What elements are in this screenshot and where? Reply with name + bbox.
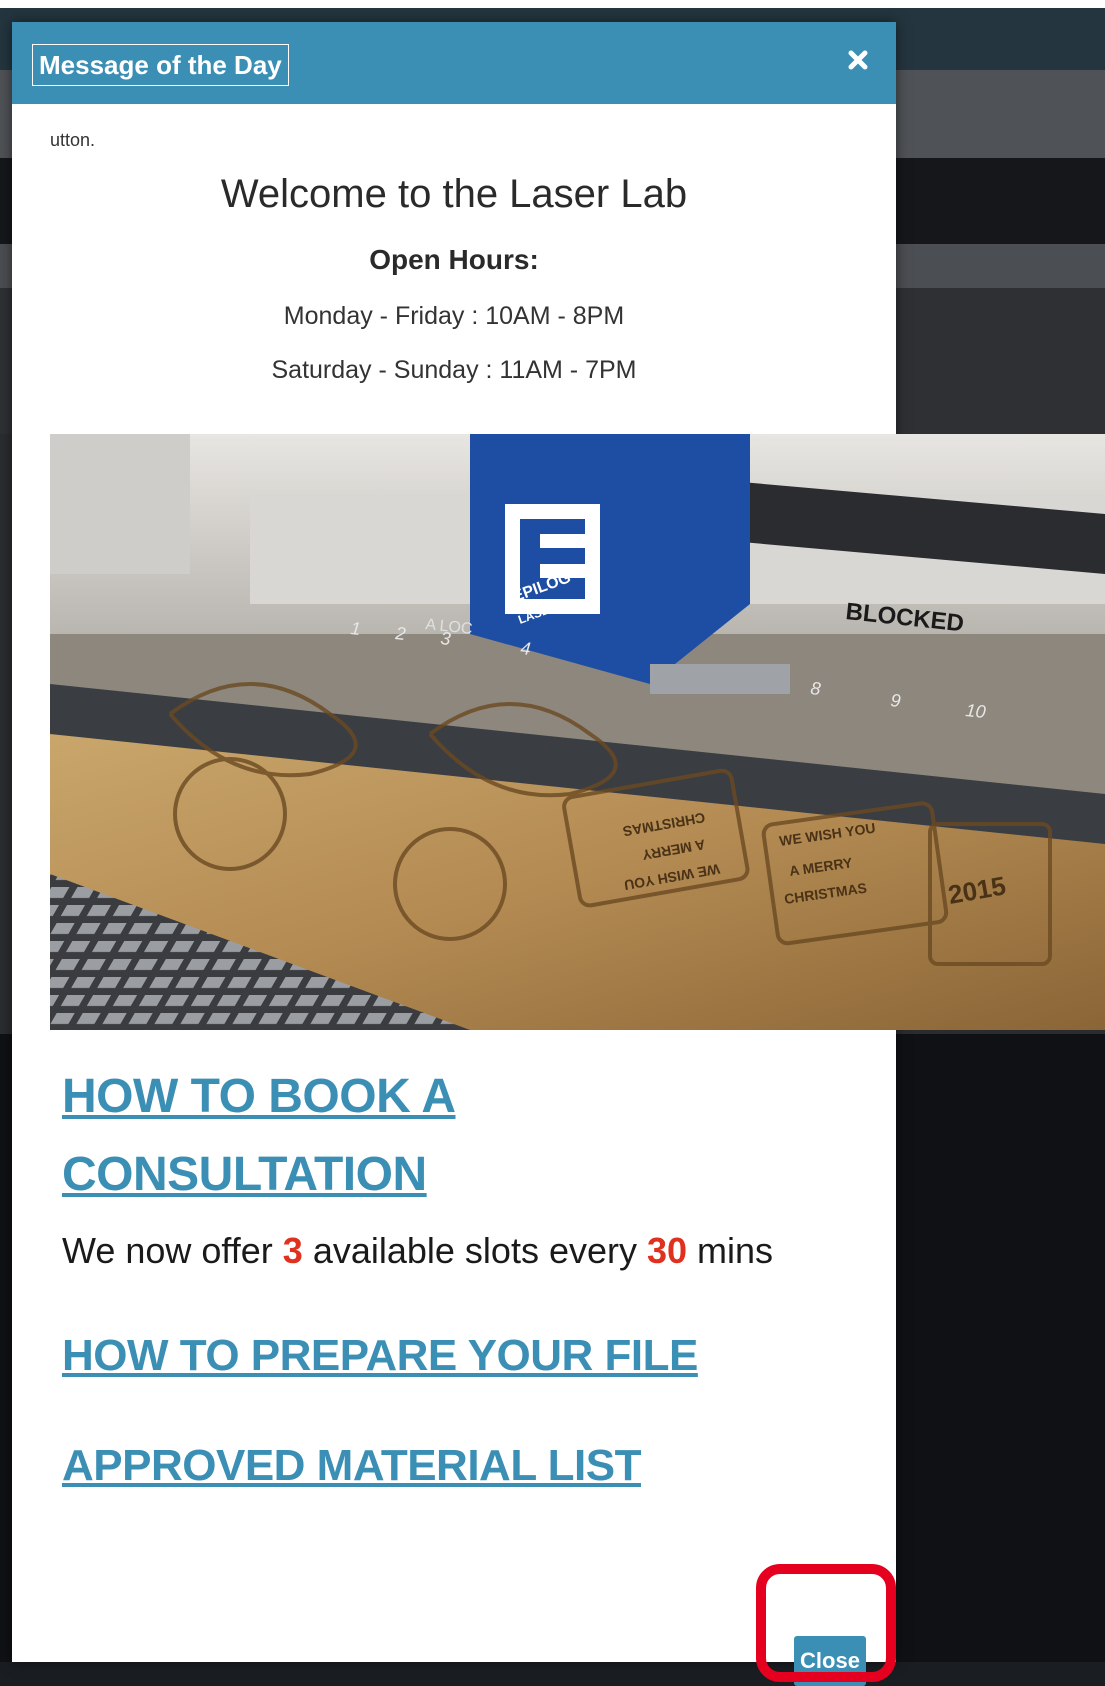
slots-count: 3 xyxy=(282,1230,303,1271)
welcome-heading: Welcome to the Laser Lab xyxy=(220,172,688,216)
how-to-book-consultation-link[interactable]: HOW TO BOOK A CONSULTATION xyxy=(62,1058,682,1214)
ruler-number: 1 xyxy=(350,618,362,639)
laser-engraver-photo: BLOCKED EPILOG LASER A LOC 1 2 3 4 8 9 1… xyxy=(50,434,1105,1030)
slots-minutes: 30 xyxy=(646,1230,688,1271)
ruler-number: 9 xyxy=(890,690,902,711)
photo-illustration: BLOCKED EPILOG LASER A LOC 1 2 3 4 8 9 1… xyxy=(50,434,1105,1030)
slots-middle: available slots every xyxy=(302,1230,647,1271)
ruler-number: 2 xyxy=(394,623,407,644)
ruler-number: 4 xyxy=(520,638,532,659)
close-icon-glyph xyxy=(848,50,868,70)
hours-weekend: Saturday - Sunday : 11AM - 7PM xyxy=(271,356,637,384)
slots-info: We now offer 3 available slots every 30 … xyxy=(62,1230,773,1272)
link-line-2: CONSULTATION xyxy=(62,1148,427,1201)
close-icon[interactable] xyxy=(842,42,874,78)
close-button[interactable]: Close xyxy=(794,1636,866,1686)
ruler-number: 3 xyxy=(440,628,452,649)
ruler-number: 10 xyxy=(965,700,987,722)
hours-weekdays: Monday - Friday : 10AM - 8PM xyxy=(283,302,625,330)
how-to-prepare-file-link[interactable]: HOW TO PREPARE YOUR FILE xyxy=(62,1317,698,1395)
slots-prefix: We now offer xyxy=(62,1230,283,1271)
slots-suffix: mins xyxy=(687,1230,774,1271)
modal-header: Message of the Day xyxy=(12,22,896,104)
link-line-1: HOW TO BOOK A xyxy=(62,1070,456,1123)
open-hours-title: Open Hours: xyxy=(369,244,539,275)
clipped-text: utton. xyxy=(50,130,96,150)
approved-material-list-link[interactable]: APPROVED MATERIAL LIST xyxy=(62,1427,641,1505)
background-top-strip xyxy=(0,0,1105,8)
modal-title: Message of the Day xyxy=(32,44,289,86)
ruler-number: 8 xyxy=(810,678,822,699)
